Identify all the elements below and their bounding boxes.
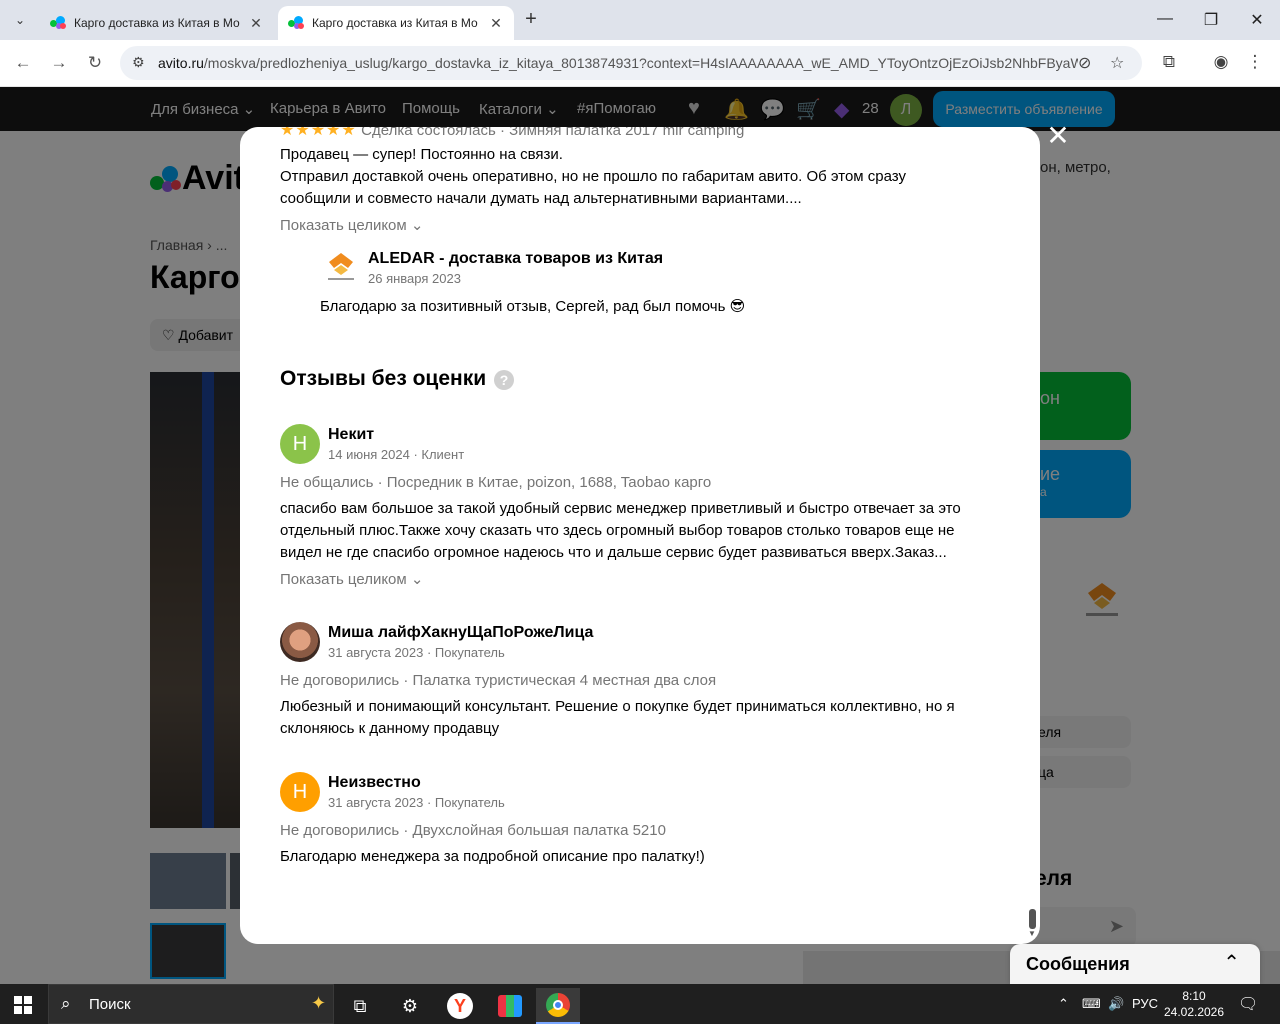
messages-label: Сообщения (1026, 954, 1130, 974)
task-view-icon[interactable]: ⧉ (338, 988, 382, 1024)
back-arrow-icon[interactable]: ← (12, 52, 34, 74)
avito-favicon-icon (288, 15, 304, 31)
reviewer-name[interactable]: Некит (328, 426, 374, 444)
system-clock[interactable]: 8:10 24.02.2026 (1162, 988, 1226, 1020)
review-text: Любезный и понимающий консультант. Решен… (280, 698, 955, 715)
review-text: сообщили и совместо начали думать над ал… (280, 190, 802, 207)
tray-expand-chevron-icon[interactable]: ⌃ (1058, 996, 1069, 1012)
windows-taskbar: ⌕ Поиск ✦ ⧉ ⚙ Y ⌃ ⌨ 🔊 РУС 8:10 24.02.202… (0, 984, 1280, 1024)
seller-reply-text: Благодарю за позитивный отзыв, Сергей, р… (320, 298, 746, 315)
window-close-icon[interactable]: ✕ (1247, 10, 1267, 30)
messages-widget[interactable]: Сообщения ⌃ (1010, 944, 1260, 984)
review-date-role: 14 июня 2024 · Клиент (328, 447, 465, 462)
copilot-sparkle-icon[interactable]: ✦ (311, 993, 326, 1014)
reviews-without-rating-title: Отзывы без оценки (280, 367, 487, 390)
modal-close-icon[interactable]: ✕ (1045, 122, 1071, 150)
review-text: Благодарю менеджера за подробной описани… (280, 848, 705, 865)
review-text: Продавец — супер! Постоянно на связи. (280, 146, 563, 163)
volume-icon[interactable]: 🔊 (1108, 996, 1124, 1012)
show-full-review-link[interactable]: Показать целиком ⌄ (280, 216, 423, 234)
tab-title: Карго доставка из Китая в Мо (312, 16, 478, 30)
yandex-browser-icon[interactable]: Y (438, 988, 482, 1024)
reviewer-name[interactable]: Неизвестно (328, 774, 421, 792)
review-deal-status: Не договорились · Двухслойная большая па… (280, 822, 666, 839)
chevron-up-icon[interactable]: ⌃ (1223, 950, 1240, 975)
top-review-meta-row: ★★★★★ Сделка состоялась · Зимняя палатка… (280, 127, 744, 140)
review-deal-status: Не общались · Посредник в Китае, poizon,… (280, 474, 712, 491)
help-question-icon[interactable]: ? (494, 370, 514, 390)
seller-reply-logo-icon (324, 250, 358, 284)
review-deal-status: Не договорились · Палатка туристическая … (280, 672, 717, 689)
avito-favicon-icon (50, 15, 66, 31)
extensions-puzzle-icon[interactable]: ⧉ (1158, 52, 1180, 72)
reviewer-avatar[interactable]: Н (280, 772, 320, 812)
browser-tab-bar: ⌄ Карго доставка из Китая в Мо ✕ Карго д… (0, 0, 1280, 40)
notifications-icon[interactable]: 🗨 (1238, 994, 1258, 1014)
seller-reply-name[interactable]: ALEDAR - доставка товаров из Китая (368, 250, 663, 268)
scroll-down-arrow-icon[interactable]: ▼ (1028, 929, 1036, 938)
reload-icon[interactable]: ↻ (84, 52, 106, 74)
tab-search-dropdown-icon[interactable]: ⌄ (8, 8, 32, 32)
location-blocked-icon[interactable]: ⊘ (1078, 53, 1091, 73)
profile-icon[interactable]: ◉ (1210, 52, 1232, 72)
review-text: склоняюсь к данному продавцу (280, 720, 500, 737)
taskbar-search-text: Поиск (89, 996, 131, 1013)
settings-gear-icon[interactable]: ⚙ (388, 988, 432, 1024)
reviewer-avatar[interactable]: Н (280, 424, 320, 464)
bookmark-star-icon[interactable]: ☆ (1110, 53, 1124, 73)
review-date-role: 31 августа 2023 · Покупатель (328, 795, 505, 810)
rating-stars-icon: ★★★★★ (280, 127, 357, 139)
review-text: отдельный плюс.Также хочу сказать что зд… (280, 522, 955, 539)
restore-icon[interactable]: ❐ (1201, 10, 1221, 30)
review-text: видел не где спасибо огромное надеюсь чт… (280, 544, 947, 561)
review-text: Отправил доставкой очень оперативно, но … (280, 168, 906, 185)
show-full-review-link[interactable]: Показать целиком ⌄ (280, 570, 423, 588)
reviewer-avatar-photo[interactable] (280, 622, 320, 662)
browser-toolbar: ← → ↻ ⚙ avito.ru/moskva/predlozheniya_us… (0, 40, 1280, 87)
site-settings-icon[interactable]: ⚙ (132, 54, 145, 71)
review-date-role: 31 августа 2023 · Покупатель (328, 645, 505, 660)
taskbar-search-box[interactable]: ⌕ Поиск ✦ (48, 984, 334, 1024)
address-bar[interactable]: ⚙ avito.ru/moskva/predlozheniya_uslug/ka… (120, 46, 1142, 80)
reviews-modal: ★★★★★ Сделка состоялась · Зимняя палатка… (240, 127, 1040, 944)
windows-start-icon[interactable] (14, 996, 32, 1014)
modal-scrollbar[interactable] (1029, 909, 1036, 929)
network-icon[interactable]: ⌨ (1082, 996, 1101, 1012)
minimize-icon[interactable]: — (1155, 10, 1175, 28)
search-icon: ⌕ (61, 994, 71, 1013)
chrome-browser-icon[interactable] (536, 988, 580, 1024)
tab-title: Карго доставка из Китая в Мо (74, 16, 240, 30)
url-text[interactable]: avito.ru/moskva/predlozheniya_uslug/karg… (158, 55, 1078, 71)
input-language[interactable]: РУС (1132, 996, 1158, 1011)
reviewer-name[interactable]: Миша лайфХакнуЩаПоРожеЛица (328, 624, 593, 642)
new-tab-plus-icon[interactable]: + (520, 9, 542, 31)
tab-close-icon[interactable]: ✕ (248, 15, 264, 32)
forward-arrow-icon[interactable]: → (48, 52, 70, 74)
photos-app-icon[interactable] (488, 988, 532, 1024)
seller-reply-date: 26 января 2023 (368, 271, 461, 286)
tab-close-icon[interactable]: ✕ (488, 15, 504, 32)
browser-tab-1[interactable]: Карго доставка из Китая в Мо ✕ (40, 6, 274, 40)
browser-tab-2[interactable]: Карго доставка из Китая в Мо ✕ (278, 6, 514, 40)
review-text: спасибо вам большое за такой удобный сер… (280, 500, 961, 517)
browser-menu-icon[interactable]: ⋮ (1244, 52, 1266, 72)
